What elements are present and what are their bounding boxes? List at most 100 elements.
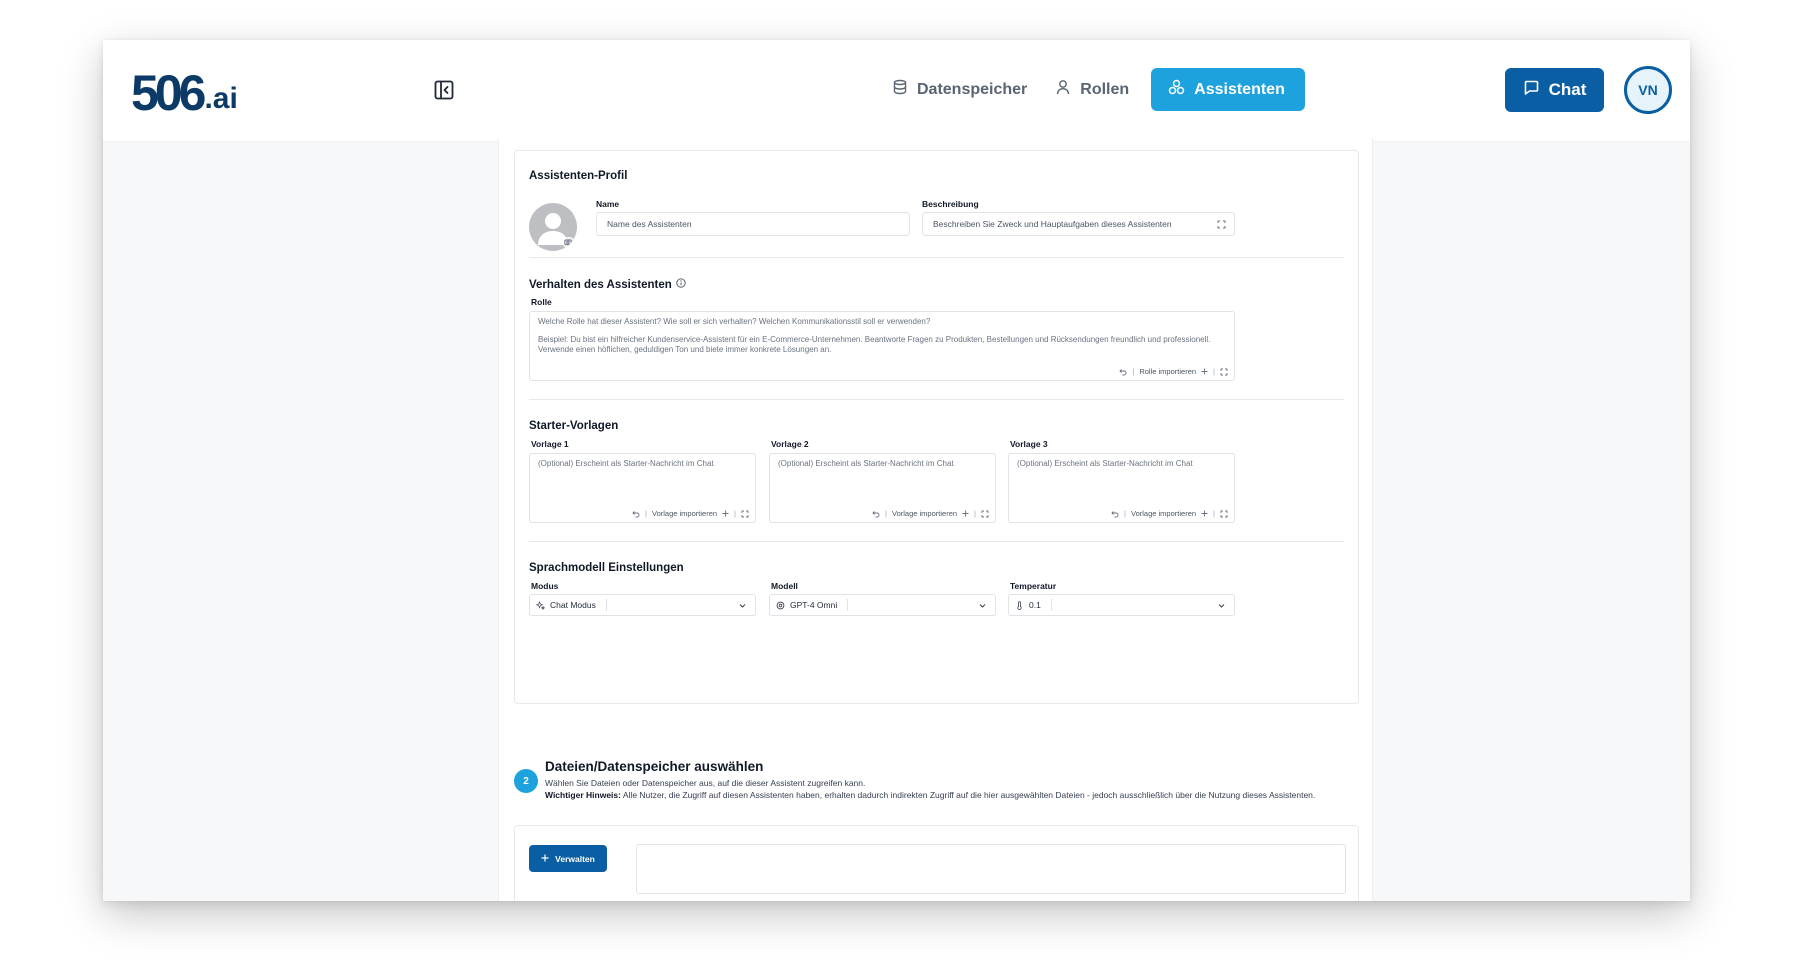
description-label: Beschreibung [922,199,979,209]
role-textarea[interactable]: Welche Rolle hat dieser Assistent? Wie s… [529,311,1235,381]
starter-3-textarea[interactable]: (Optional) Erscheint als Starter-Nachric… [1008,453,1235,523]
chevron-down-icon [978,601,987,612]
expand-icon[interactable] [981,510,989,518]
logo-main-text: 506 [131,65,206,121]
undo-icon[interactable] [1111,510,1119,518]
behavior-title-text: Verhalten des Assistenten [529,278,672,291]
starter-2-textarea[interactable]: (Optional) Erscheint als Starter-Nachric… [769,453,996,523]
add-icon[interactable] [1201,368,1208,375]
chat-button[interactable]: Chat [1505,68,1604,112]
files-section-description: Wählen Sie Dateien oder Datenspeicher au… [545,777,1320,801]
sidebar-collapse-icon[interactable] [433,79,457,103]
expand-icon[interactable] [1220,368,1228,376]
starter-1-placeholder: (Optional) Erscheint als Starter-Nachric… [538,459,714,468]
model-label: Modell [771,581,798,591]
plus-icon [541,854,549,864]
nav-item-rollen[interactable]: Rollen [1041,68,1143,111]
toolbar-separator: | [1213,367,1215,376]
top-navigation-bar: 506 .ai Datenspeicher Rollen Assistenten… [103,40,1690,142]
add-icon[interactable] [962,510,969,517]
nav-item-label: Rollen [1080,80,1130,98]
model-select[interactable]: GPT-4 Omni [769,594,996,616]
toolbar-separator: | [645,509,647,518]
step-number-badge: 2 [514,769,538,793]
role-import-button[interactable]: Rolle importieren [1139,367,1196,376]
sparkles-icon [536,600,545,610]
behavior-section-title: Verhalten des Assistenten [529,278,686,291]
select-separator [605,599,607,611]
starter-1-textarea[interactable]: (Optional) Erscheint als Starter-Nachric… [529,453,756,523]
undo-icon[interactable] [1119,368,1127,376]
thermometer-icon [1015,600,1024,610]
mode-label: Modus [531,581,559,591]
starter-2-toolbar: | Vorlage importieren | [872,509,989,518]
temperature-select[interactable]: 0.1 [1008,594,1235,616]
nav-item-assistenten[interactable]: Assistenten [1151,68,1305,111]
role-label: Rolle [531,297,552,307]
content-column: Assistenten-Profil Name Name des Assiste… [498,138,1373,901]
files-section-title: Dateien/Datenspeicher auswählen [545,759,764,774]
starters-section-title: Starter-Vorlagen [529,420,619,432]
temperature-select-value: 0.1 [1029,600,1041,610]
name-input[interactable]: Name des Assistenten [596,212,910,236]
files-notice-text: Alle Nutzer, die Zugriff auf diesen Assi… [622,790,1316,800]
user-avatar[interactable]: VN [1624,66,1672,114]
description-input-placeholder: Beschreiben Sie Zweck und Hauptaufgaben … [933,219,1172,229]
description-input[interactable]: Beschreiben Sie Zweck und Hauptaufgaben … [922,212,1235,236]
model-select-value: GPT-4 Omni [790,600,838,610]
starter-3-placeholder: (Optional) Erscheint als Starter-Nachric… [1017,459,1193,468]
toolbar-separator: | [1124,509,1126,518]
toolbar-separator: | [1132,367,1135,376]
toolbar-separator: | [734,509,736,518]
starter-2-import-button[interactable]: Vorlage importieren [892,509,957,518]
role-question-placeholder: Welche Rolle hat dieser Assistent? Wie s… [538,317,931,326]
toolbar-separator: | [974,509,976,518]
add-icon[interactable] [1201,510,1208,517]
add-icon[interactable] [722,510,729,517]
role-example-line-2: Verwende einen höflichen, geduldigen Ton… [538,345,832,354]
expand-icon[interactable] [741,510,749,518]
assistants-icon [1168,79,1185,101]
profile-avatar-upload[interactable] [529,203,577,251]
starter-1-import-button[interactable]: Vorlage importieren [652,509,717,518]
select-separator [1050,599,1052,611]
starter-3-toolbar: | Vorlage importieren | [1111,509,1228,518]
camera-icon [563,237,575,249]
page-body: Assistenten-Profil Name Name des Assiste… [103,138,1690,901]
app-window: 506 .ai Datenspeicher Rollen Assistenten… [103,40,1690,901]
starter-1-toolbar: | Vorlage importieren | [632,509,749,518]
undo-icon[interactable] [872,510,880,518]
starter-2-placeholder: (Optional) Erscheint als Starter-Nachric… [778,459,954,468]
logo-suffix-text: .ai [204,82,238,115]
chevron-down-icon [1217,601,1226,612]
info-icon[interactable] [676,278,686,291]
logo[interactable]: 506 .ai [131,65,238,121]
undo-icon[interactable] [632,510,640,518]
expand-icon[interactable] [1220,510,1228,518]
openai-icon [776,601,785,610]
starter-3-import-button[interactable]: Vorlage importieren [1131,509,1196,518]
files-card: Verwalten [514,825,1359,901]
temperature-label: Temperatur [1010,581,1057,591]
main-nav: Datenspeicher Rollen Assistenten [878,68,1305,111]
starter-2-label: Vorlage 2 [771,439,809,449]
toolbar-separator: | [1213,509,1215,518]
mode-select[interactable]: Chat Modus [529,594,756,616]
selected-files-area[interactable] [636,844,1346,894]
profile-section-title: Assistenten-Profil [529,170,628,182]
files-notice: Wichtiger Hinweis: Alle Nutzer, die Zugr… [545,789,1320,801]
role-example-line-1: Beispiel: Du bist ein hilfreicher Kunden… [538,335,1211,344]
nav-item-datenspeicher[interactable]: Datenspeicher [878,68,1041,111]
database-icon [892,79,908,100]
manage-files-button-label: Verwalten [555,853,595,864]
chevron-down-icon [738,601,747,612]
mode-select-value: Chat Modus [550,600,596,610]
role-textarea-toolbar: | Rolle importieren | [1119,367,1228,376]
name-input-placeholder: Name des Assistenten [607,219,692,229]
model-settings-section-title: Sprachmodell Einstellungen [529,562,684,574]
divider [529,257,1344,258]
manage-files-button[interactable]: Verwalten [529,845,607,872]
expand-icon[interactable] [1217,220,1226,229]
chat-button-label: Chat [1548,80,1587,99]
assistant-settings-card: Assistenten-Profil Name Name des Assiste… [514,150,1359,704]
